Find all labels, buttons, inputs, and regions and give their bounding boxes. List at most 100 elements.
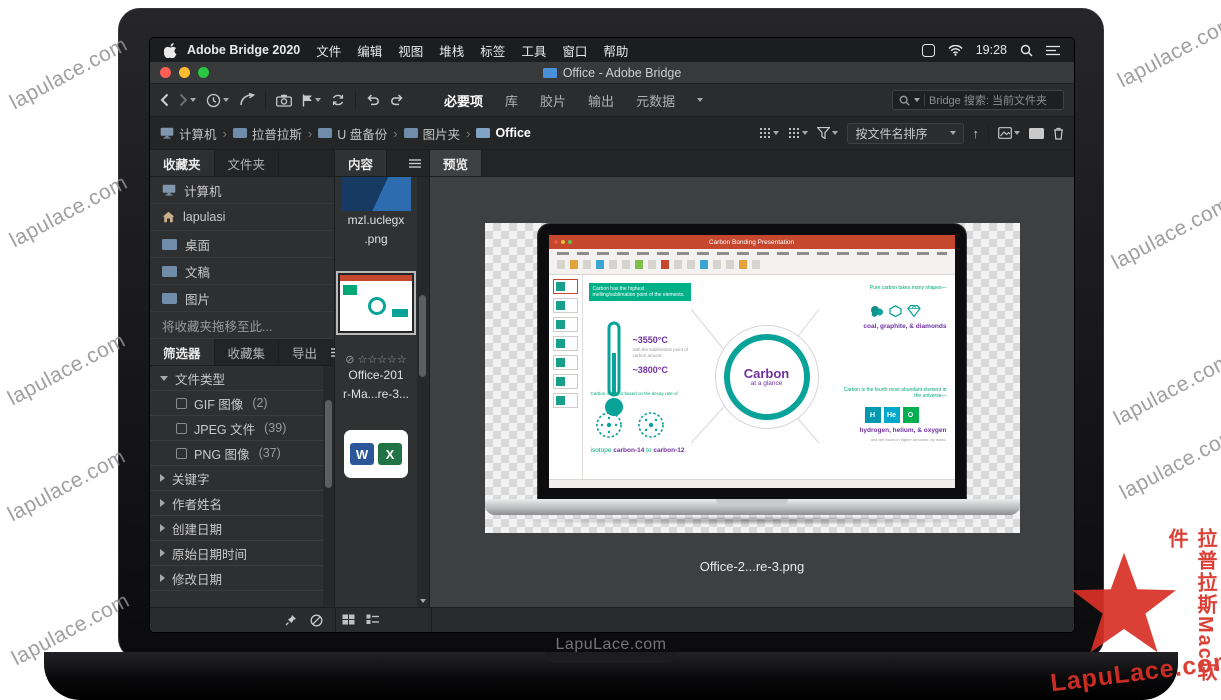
workspace-filmstrip[interactable]: 胶片 <box>540 91 566 110</box>
menu-label[interactable]: 标签 <box>480 41 505 60</box>
filter-option-png[interactable]: PNG 图像 (37) <box>150 441 323 466</box>
favorite-desktop[interactable]: 桌面 <box>150 231 334 258</box>
watermark-text: lapulace.com <box>1110 349 1221 431</box>
filter-scrollbar[interactable] <box>323 366 334 607</box>
history-caret-icon[interactable] <box>223 98 229 102</box>
breadcrumb-lapulasi[interactable]: 拉普拉斯 <box>233 124 302 143</box>
workspace-essentials[interactable]: 必要项 <box>444 91 483 110</box>
input-source-icon[interactable] <box>922 44 935 57</box>
filter-group-date-modified[interactable]: 修改日期 <box>150 566 323 591</box>
favorite-pictures[interactable]: 图片 <box>150 285 334 312</box>
apple-logo-icon[interactable] <box>164 43 177 58</box>
menu-stacks[interactable]: 堆栈 <box>439 41 464 60</box>
filter-group-date-created[interactable]: 创建日期 <box>150 516 323 541</box>
label-filter-icon[interactable] <box>788 127 800 139</box>
scroll-down-icon[interactable] <box>420 599 426 603</box>
thumbnail-item-2-selected[interactable]: ⊘ ☆☆☆☆☆ Office-201 r-Ma...re-3... <box>335 271 417 404</box>
tab-export[interactable]: 导出 <box>279 339 331 365</box>
filter-group-keywords[interactable]: 关键字 <box>150 466 323 491</box>
preview-image[interactable]: Carbon Bonding Presentation <box>485 223 1020 533</box>
menu-bar-clock[interactable]: 19:28 <box>976 43 1007 57</box>
favorite-documents[interactable]: 文稿 <box>150 258 334 285</box>
favorite-computer[interactable]: 计算机 <box>150 177 334 204</box>
back-icon[interactable] <box>160 93 169 107</box>
menu-edit[interactable]: 编辑 <box>357 41 382 60</box>
recent-history-icon[interactable] <box>206 93 221 108</box>
scrollbar-thumb[interactable] <box>325 400 332 488</box>
sort-ascending-icon[interactable]: ↑ <box>973 126 980 141</box>
workspace-output[interactable]: 输出 <box>588 91 614 110</box>
workspace-libraries[interactable]: 库 <box>505 91 518 110</box>
thumbnail-image[interactable] <box>341 177 411 211</box>
filter-group-author[interactable]: 作者姓名 <box>150 491 323 516</box>
label-caret-icon[interactable] <box>802 131 808 135</box>
grid-view-icon[interactable] <box>342 614 355 625</box>
checkbox[interactable] <box>176 423 187 434</box>
menu-view[interactable]: 视图 <box>398 41 423 60</box>
panel-menu-icon[interactable] <box>409 159 421 168</box>
new-folder-icon[interactable] <box>1029 128 1044 139</box>
no-rating-icon[interactable]: ⊘ <box>345 353 354 366</box>
filter-option-jpeg[interactable]: JPEG 文件 (39) <box>150 416 323 441</box>
breadcrumb-computer[interactable]: 计算机 <box>160 124 217 143</box>
wifi-icon[interactable] <box>948 45 963 56</box>
minimize-button[interactable] <box>179 67 190 78</box>
funnel-caret-icon[interactable] <box>832 131 838 135</box>
app-name[interactable]: Adobe Bridge 2020 <box>187 43 300 57</box>
tab-collections[interactable]: 收藏集 <box>215 339 280 365</box>
search-input[interactable]: Bridge 搜索: 当前文件夹 <box>892 90 1064 110</box>
star-rating[interactable]: ☆☆☆☆☆ <box>357 353 406 366</box>
content-scrollbar[interactable] <box>417 177 429 607</box>
workspace-caret-icon[interactable] <box>697 98 703 102</box>
checkbox[interactable] <box>176 398 187 409</box>
tab-folders[interactable]: 文件夹 <box>215 150 280 176</box>
breadcrumb-usb-backup[interactable]: U 盘备份 <box>318 124 387 143</box>
import-from-camera-icon[interactable] <box>276 94 292 107</box>
rating-caret-icon[interactable] <box>773 131 779 135</box>
undo-icon[interactable] <box>366 94 380 106</box>
menu-tools[interactable]: 工具 <box>521 41 546 60</box>
thumbnail-image[interactable] <box>340 275 412 331</box>
filter-group-file-type[interactable]: 文件类型 <box>150 366 323 391</box>
flag-icon[interactable] <box>302 94 313 107</box>
redo-icon[interactable] <box>390 94 404 106</box>
no-rating-filter-icon[interactable] <box>310 614 323 627</box>
filter-funnel-icon[interactable] <box>817 127 830 139</box>
list-view-icon[interactable] <box>366 614 379 625</box>
selected-thumbnail[interactable] <box>336 271 416 335</box>
checkbox[interactable] <box>176 448 187 459</box>
nav-caret-icon[interactable] <box>190 98 196 102</box>
breadcrumb-office[interactable]: Office <box>476 126 530 140</box>
spotlight-search-icon[interactable] <box>1020 44 1033 57</box>
menu-file[interactable]: 文件 <box>316 41 341 60</box>
menu-window[interactable]: 窗口 <box>562 41 587 60</box>
thumbnail-item-3[interactable]: W X <box>344 430 408 478</box>
search-scope-caret-icon[interactable] <box>914 98 920 102</box>
scrollbar-thumb[interactable] <box>419 295 426 377</box>
zoom-button[interactable] <box>198 67 209 78</box>
tab-preview[interactable]: 预览 <box>430 150 482 176</box>
filter-option-gif[interactable]: GIF 图像 (2) <box>150 391 323 416</box>
close-button[interactable] <box>160 67 171 78</box>
flag-caret-icon[interactable] <box>315 98 321 102</box>
menu-help[interactable]: 帮助 <box>603 41 628 60</box>
rating-row[interactable]: ⊘ ☆☆☆☆☆ <box>335 353 417 366</box>
refresh-icon[interactable] <box>331 93 345 107</box>
filter-group-date-original[interactable]: 原始日期时间 <box>150 541 323 566</box>
favorite-home[interactable]: lapulasi <box>150 204 334 231</box>
tab-favorites[interactable]: 收藏夹 <box>150 150 215 176</box>
delete-icon[interactable] <box>1053 127 1064 140</box>
control-center-icon[interactable] <box>1046 45 1060 56</box>
rating-filter-icon[interactable] <box>759 127 771 139</box>
preview-quality-icon[interactable] <box>998 127 1012 139</box>
thumbnail-item-1[interactable]: mzl.uclegx .png <box>335 177 417 249</box>
boomerang-return-icon[interactable] <box>239 93 255 107</box>
tab-content[interactable]: 内容 <box>335 150 387 176</box>
tab-filter[interactable]: 筛选器 <box>150 339 215 365</box>
quality-caret-icon[interactable] <box>1014 131 1020 135</box>
pin-icon[interactable] <box>285 614 297 626</box>
breadcrumb-pictures[interactable]: 图片夹 <box>404 124 461 143</box>
forward-icon[interactable] <box>179 93 188 107</box>
sort-dropdown[interactable]: 按文件名排序 <box>847 123 963 144</box>
workspace-metadata[interactable]: 元数据 <box>636 91 675 110</box>
